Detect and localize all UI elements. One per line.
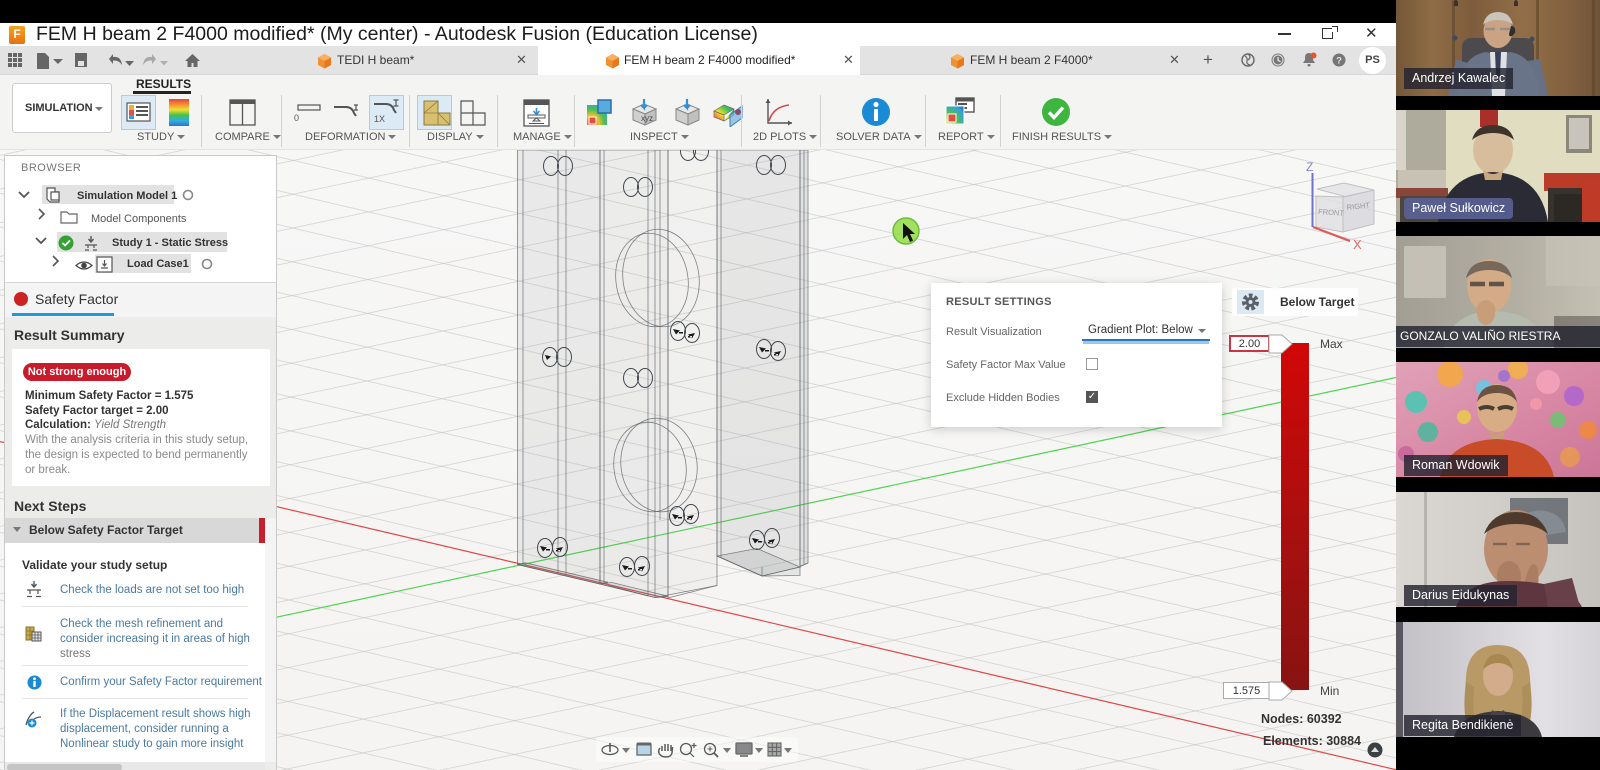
svg-text:xyz: xyz	[641, 114, 653, 123]
svg-text:1X: 1X	[374, 114, 385, 124]
svg-text:FRONT: FRONT	[1318, 207, 1345, 218]
svg-text:0: 0	[294, 113, 299, 123]
svg-text:Z: Z	[1306, 160, 1313, 174]
svg-text:?: ?	[1336, 56, 1342, 67]
svg-text:X: X	[1353, 237, 1362, 252]
